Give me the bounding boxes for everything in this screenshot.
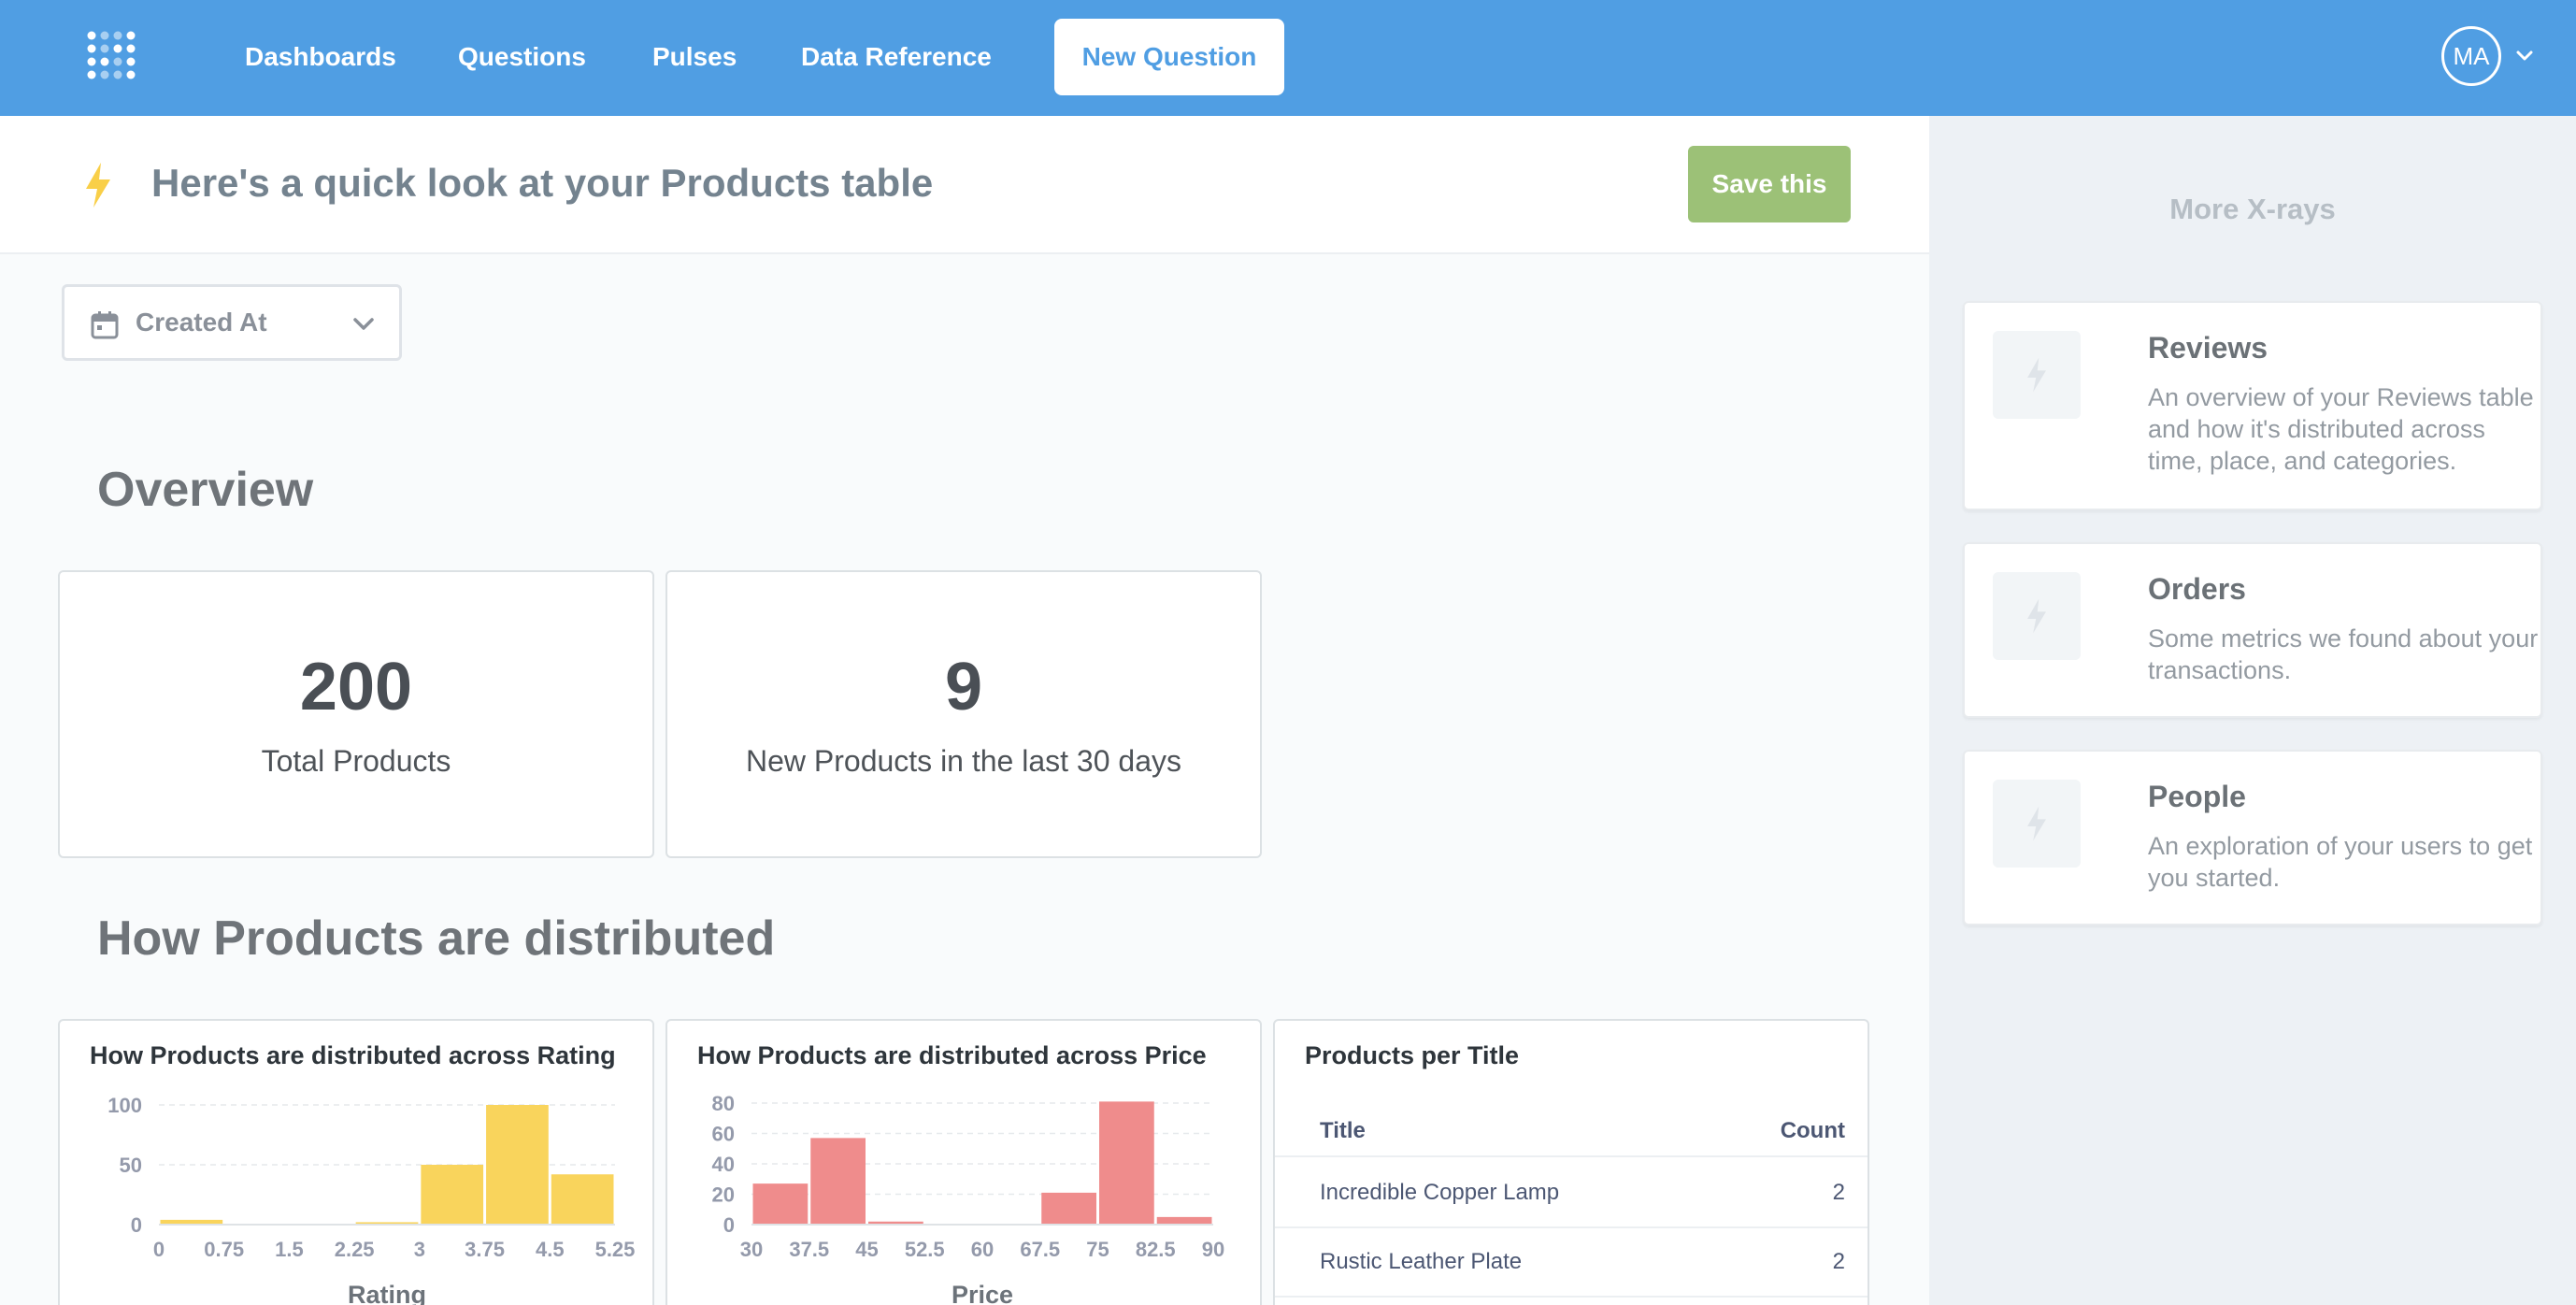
- x-tick-label: 2.25: [335, 1238, 375, 1261]
- nav-pulses[interactable]: Pulses: [652, 41, 737, 73]
- x-tick-label: 0.75: [204, 1238, 244, 1261]
- products-per-title-card[interactable]: Products per Title Title Count Incredibl…: [1273, 1019, 1869, 1305]
- xray-card-description: Some metrics we found about your transac…: [2148, 624, 2539, 684]
- nav-questions[interactable]: Questions: [458, 41, 586, 73]
- xray-card-name: People: [2148, 780, 2246, 813]
- y-tick-label: 80: [712, 1092, 735, 1115]
- x-tick-label: 0: [153, 1238, 165, 1261]
- y-tick-label: 60: [712, 1123, 735, 1146]
- x-tick-label: 3: [414, 1238, 425, 1261]
- xray-card-name: Orders: [2148, 572, 2246, 606]
- cell-count: 2: [1832, 1180, 1845, 1205]
- y-tick-label: 0: [131, 1213, 142, 1237]
- cell-title: Rustic Leather Plate: [1320, 1249, 1523, 1274]
- bolt-icon: [1993, 780, 2081, 868]
- x-tick-label: 30: [740, 1238, 763, 1261]
- new-question-button[interactable]: New Question: [1054, 19, 1284, 95]
- avatar[interactable]: MA: [2441, 26, 2501, 86]
- y-tick-label: 20: [712, 1183, 735, 1207]
- xray-card-description: An exploration of your users to get you …: [2148, 832, 2533, 892]
- y-tick-label: 50: [120, 1154, 142, 1177]
- price-histogram: 0 20 40 60 80 30 37.5 45 52.5 60 67.5 75 82.5 90 Price: [712, 1092, 1225, 1305]
- calendar-icon: [91, 311, 119, 339]
- sidebar-title: More X-rays: [2169, 193, 2336, 225]
- histogram-bar[interactable]: [551, 1174, 614, 1225]
- table-title: Products per Title: [1305, 1041, 1520, 1069]
- xray-card-orders[interactable]: Orders Some metrics we found about your …: [1963, 542, 2542, 718]
- scalar-value: 200: [299, 650, 413, 724]
- table-header: Title Count: [1275, 1099, 1868, 1157]
- main-content: Here's a quick look at your Products tab…: [0, 116, 1929, 1305]
- top-nav: Dashboards Questions Pulses Data Referen…: [0, 0, 2576, 116]
- scalar-label: New Products in the last 30 days: [745, 744, 1181, 778]
- chevron-down-icon: [353, 318, 374, 330]
- more-xrays-sidebar: More X-rays Reviews An overview of your …: [1929, 116, 2576, 1305]
- histogram-bar[interactable]: [1099, 1101, 1154, 1225]
- histogram-bar[interactable]: [810, 1138, 866, 1225]
- column-header-title[interactable]: Title: [1320, 1118, 1366, 1144]
- histogram-bar[interactable]: [421, 1165, 484, 1225]
- nav-data-reference[interactable]: Data Reference: [801, 41, 992, 73]
- x-axis-label: Rating: [348, 1281, 426, 1305]
- x-tick-label: 90: [1202, 1238, 1224, 1261]
- x-tick-label: 4.5: [536, 1238, 565, 1261]
- x-tick-label: 67.5: [1020, 1238, 1060, 1261]
- x-tick-label: 52.5: [905, 1238, 945, 1261]
- filter-label: Created At: [136, 308, 267, 337]
- x-axis-label: Price: [952, 1281, 1013, 1305]
- scalar-label: Total Products: [261, 744, 451, 778]
- xray-card-people[interactable]: People An exploration of your users to g…: [1963, 750, 2542, 925]
- histogram-bar[interactable]: [486, 1105, 549, 1225]
- section-distribution: How Products are distributed: [97, 911, 776, 966]
- scalar-card-total-products[interactable]: 200 Total Products: [58, 570, 654, 858]
- y-tick-label: 40: [712, 1153, 735, 1176]
- x-tick-label: 60: [971, 1238, 994, 1261]
- bolt-icon: [1993, 331, 2081, 419]
- table-row[interactable]: Rustic Leather Plate 2: [1275, 1228, 1868, 1298]
- xray-card-reviews[interactable]: Reviews An overview of your Reviews tabl…: [1963, 301, 2542, 510]
- bolt-icon: [1993, 572, 2081, 660]
- rating-chart-card[interactable]: How Products are distributed across Rati…: [58, 1019, 654, 1305]
- x-tick-label: 82.5: [1136, 1238, 1176, 1261]
- scalar-value: 9: [944, 650, 983, 724]
- xray-card-name: Reviews: [2148, 331, 2268, 365]
- x-tick-label: 75: [1086, 1238, 1109, 1261]
- bolt-icon: [86, 163, 110, 208]
- metabase-logo-icon[interactable]: [86, 26, 142, 88]
- scalar-card-new-products[interactable]: 9 New Products in the last 30 days: [665, 570, 1262, 858]
- histogram-bar[interactable]: [1041, 1192, 1096, 1225]
- created-at-filter[interactable]: Created At: [62, 284, 402, 361]
- table-row[interactable]: Incredible Copper Lamp 2: [1275, 1159, 1868, 1228]
- y-tick-label: 100: [107, 1094, 142, 1117]
- price-chart-card[interactable]: How Products are distributed across Pric…: [665, 1019, 1262, 1305]
- y-tick-label: 0: [723, 1213, 735, 1237]
- histogram-bar[interactable]: [1156, 1216, 1212, 1225]
- xray-header: Here's a quick look at your Products tab…: [0, 116, 1929, 254]
- page-title: Here's a quick look at your Products tab…: [151, 161, 934, 205]
- x-tick-label: 1.5: [275, 1238, 304, 1261]
- section-overview: Overview: [97, 463, 314, 517]
- xray-card-description: An overview of your Reviews table and ho…: [2148, 383, 2534, 475]
- column-header-count[interactable]: Count: [1781, 1118, 1845, 1144]
- histogram-bar[interactable]: [752, 1183, 809, 1225]
- x-tick-label: 5.25: [595, 1238, 636, 1261]
- x-tick-label: 3.75: [465, 1238, 505, 1261]
- nav-dashboards[interactable]: Dashboards: [245, 41, 396, 73]
- x-tick-label: 37.5: [789, 1238, 829, 1261]
- x-tick-label: 45: [855, 1238, 878, 1261]
- rating-histogram: 0 50 100 0 0.75 1.5 2.25 3 3.75 4.5 5.25 Rating: [107, 1094, 636, 1305]
- cell-title: Incredible Copper Lamp: [1320, 1180, 1560, 1205]
- save-button[interactable]: Save this: [1688, 146, 1851, 222]
- cell-count: 2: [1832, 1249, 1845, 1274]
- chevron-down-icon[interactable]: [2514, 45, 2535, 65]
